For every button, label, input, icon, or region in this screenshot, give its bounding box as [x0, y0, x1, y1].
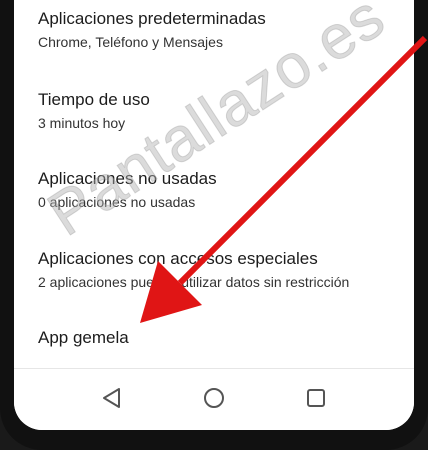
- item-title: Aplicaciones no usadas: [38, 169, 217, 188]
- item-subtitle: 0 aplicaciones no usadas: [38, 194, 196, 210]
- item-title: Tiempo de uso: [38, 90, 150, 109]
- settings-item-usage-time[interactable]: Tiempo de uso 3 minutos hoy: [38, 89, 408, 133]
- navigation-bar: [14, 368, 414, 430]
- home-button[interactable]: [199, 383, 229, 413]
- item-title: App gemela: [38, 328, 129, 347]
- settings-item-twin-app[interactable]: App gemela: [38, 327, 408, 349]
- item-subtitle: 2 aplicaciones pueden utilizar datos sin…: [38, 274, 350, 290]
- settings-item-default-apps[interactable]: Aplicaciones predeterminadas Chrome, Tel…: [38, 8, 408, 52]
- recents-button[interactable]: [301, 383, 331, 413]
- home-circle-icon: [204, 388, 224, 408]
- back-button[interactable]: [97, 383, 127, 413]
- phone-screen: Aplicaciones predeterminadas Chrome, Tel…: [14, 0, 414, 430]
- settings-item-special-access[interactable]: Aplicaciones con accesos especiales 2 ap…: [38, 248, 408, 292]
- recents-square-icon: [307, 389, 325, 407]
- item-subtitle: Chrome, Teléfono y Mensajes: [38, 34, 223, 50]
- phone-frame: Aplicaciones predeterminadas Chrome, Tel…: [0, 0, 428, 450]
- settings-item-unused-apps[interactable]: Aplicaciones no usadas 0 aplicaciones no…: [38, 168, 408, 212]
- back-triangle-icon: [103, 388, 120, 408]
- item-subtitle: 3 minutos hoy: [38, 115, 126, 131]
- item-title: Aplicaciones con accesos especiales: [38, 249, 318, 268]
- item-title: Aplicaciones predeterminadas: [38, 9, 266, 28]
